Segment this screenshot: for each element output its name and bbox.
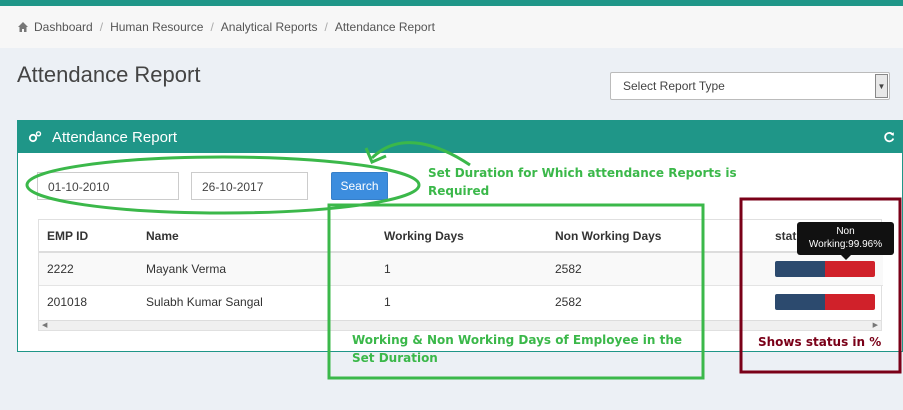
scroll-left-icon[interactable]: ◀ — [42, 321, 47, 329]
cell-status — [767, 251, 883, 285]
status-bar-non-working — [825, 293, 875, 310]
scroll-right-icon[interactable]: ▶ — [873, 321, 878, 329]
to-date-input[interactable]: 26-10-2017 — [191, 172, 308, 200]
breadcrumb-dashboard[interactable]: Dashboard — [34, 20, 93, 34]
col-header-name[interactable]: Name — [138, 220, 376, 253]
refresh-icon[interactable] — [883, 131, 895, 143]
annotation-days-line-2: Set Duration — [352, 351, 438, 365]
cell-emp-id: 201018 — [39, 284, 138, 318]
home-icon — [18, 22, 28, 32]
breadcrumb-attendance-report: Attendance Report — [334, 20, 435, 34]
cell-working-days: 1 — [376, 284, 547, 318]
cell-emp-id: 2222 — [39, 251, 138, 285]
panel-header: Attendance Report — [18, 121, 902, 153]
status-bar-working — [775, 260, 825, 277]
cell-name: Sulabh Kumar Sangal — [138, 284, 376, 318]
cell-name: Mayank Verma — [138, 251, 376, 285]
table-row: 201018 Sulabh Kumar Sangal 1 2582 — [39, 284, 883, 318]
status-bar-non-working — [825, 260, 875, 277]
annotation-duration-note: Set Duration for Which attendance Report… — [428, 164, 737, 200]
table-row: 2222 Mayank Verma 1 2582 — [39, 251, 883, 285]
col-header-working-days[interactable]: Working Days — [376, 220, 547, 253]
annotation-status-note: Shows status in % — [758, 335, 882, 349]
status-bar[interactable] — [775, 293, 875, 310]
annotation-days-note: Working & Non Working Days of Employee i… — [352, 331, 682, 367]
annotation-duration-line-1: Set Duration for Which attendance Report… — [428, 166, 737, 180]
breadcrumb-separator: / — [210, 20, 214, 34]
breadcrumb-analytical-reports[interactable]: Analytical Reports — [221, 20, 318, 34]
cell-status — [767, 284, 883, 318]
cell-non-working-days: 2582 — [547, 251, 767, 285]
breadcrumb-separator: / — [324, 20, 328, 34]
search-button[interactable]: Search — [331, 172, 388, 200]
annotation-duration-line-2: Required — [428, 184, 490, 198]
status-bar-working — [775, 293, 825, 310]
attendance-table: EMP ID Name Working Days Non Working Day… — [39, 220, 883, 318]
annotation-days-line-1: Working & Non Working Days of Employee i… — [352, 333, 683, 347]
status-tooltip: Non Working:99.96% — [797, 222, 894, 260]
report-type-select[interactable]: Select Report Type ▼ — [610, 72, 890, 100]
cogs-icon — [28, 131, 42, 143]
breadcrumb: Dashboard / Human Resource / Analytical … — [0, 6, 903, 48]
breadcrumb-human-resource[interactable]: Human Resource — [110, 20, 203, 34]
chevron-down-icon[interactable]: ▼ — [875, 74, 888, 98]
tooltip-line-2: Working:99.96% — [808, 239, 883, 250]
horizontal-scrollbar[interactable]: ◀ ▶ — [39, 320, 881, 330]
page-title: Attendance Report — [17, 62, 201, 87]
cell-working-days: 1 — [376, 251, 547, 285]
tooltip-line-1: Non — [836, 226, 855, 237]
table-header-row: EMP ID Name Working Days Non Working Day… — [39, 220, 883, 253]
breadcrumb-separator: / — [99, 20, 104, 34]
cell-non-working-days: 2582 — [547, 284, 767, 318]
panel-title: Attendance Report — [52, 128, 178, 146]
status-bar[interactable] — [775, 260, 875, 277]
attendance-table-container: EMP ID Name Working Days Non Working Day… — [38, 219, 883, 331]
report-type-select-value: Select Report Type — [623, 79, 725, 93]
col-header-non-working-days[interactable]: Non Working Days — [547, 220, 767, 253]
col-header-emp-id[interactable]: EMP ID — [39, 220, 138, 253]
from-date-input[interactable]: 01-10-2010 — [37, 172, 179, 200]
